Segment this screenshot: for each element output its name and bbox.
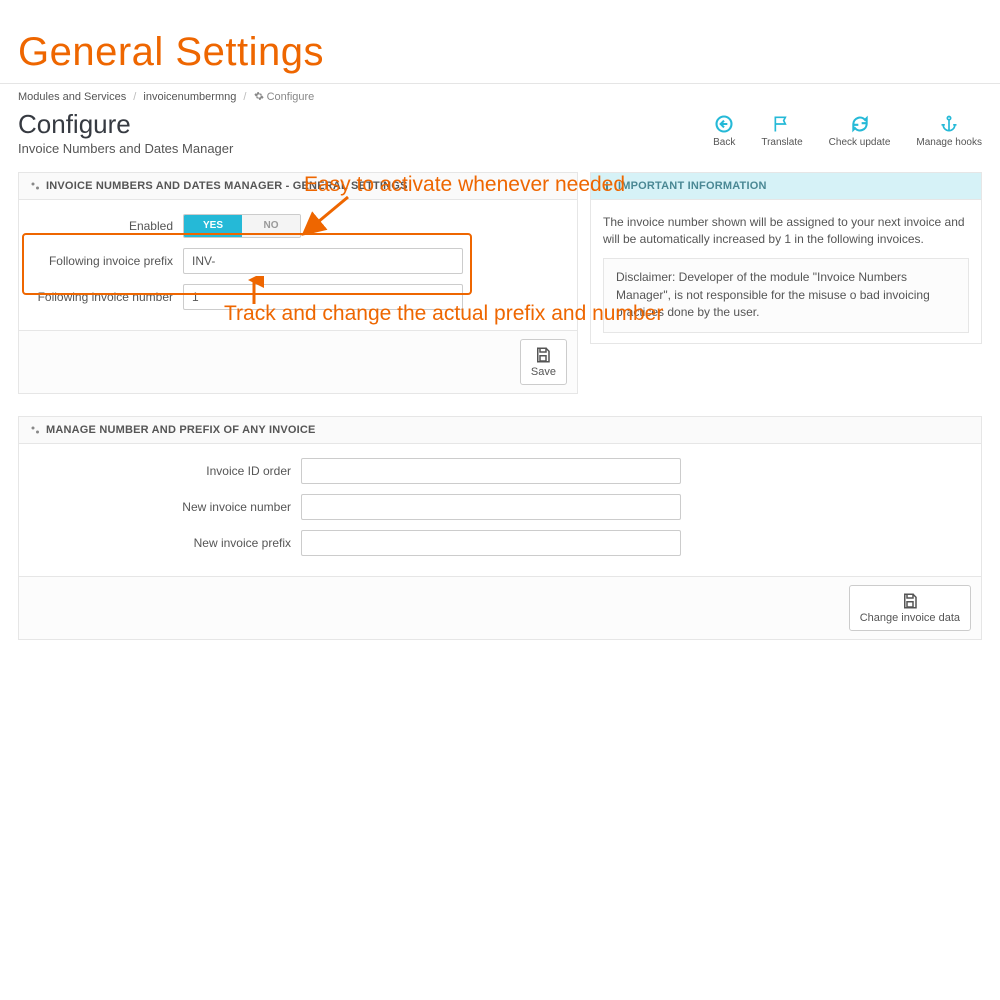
annotation-track: Track and change the actual prefix and n…	[224, 302, 663, 326]
manage-hooks-button[interactable]: Manage hooks	[916, 114, 982, 148]
manage-invoice-panel: MANAGE NUMBER AND PREFIX OF ANY INVOICE …	[18, 416, 982, 640]
refresh-icon	[850, 114, 870, 134]
new-number-label: New invoice number	[31, 500, 301, 514]
prefix-label: Following invoice prefix	[31, 254, 183, 268]
anchor-icon	[939, 114, 959, 134]
info-text: The invoice number shown will be assigne…	[603, 214, 969, 249]
arrow-down-left-icon	[298, 192, 358, 242]
page-heading: Configure	[18, 110, 233, 139]
enabled-toggle[interactable]: YES NO	[183, 214, 301, 238]
page-subtitle: Invoice Numbers and Dates Manager	[18, 141, 233, 156]
info-heading-text: IMPORTANT INFORMATION	[618, 180, 767, 192]
breadcrumb-module[interactable]: invoicenumbermng	[143, 91, 236, 103]
translate-button[interactable]: Translate	[761, 114, 802, 148]
breadcrumb: Modules and Services / invoicenumbermng …	[8, 84, 992, 110]
toggle-no[interactable]: NO	[242, 215, 300, 237]
gear-icon	[254, 91, 264, 101]
new-prefix-label: New invoice prefix	[31, 536, 301, 550]
check-update-button[interactable]: Check update	[829, 114, 891, 148]
cogs-icon	[29, 180, 41, 192]
save-icon	[534, 346, 552, 364]
breadcrumb-current: Configure	[267, 91, 315, 103]
manage-heading-text: MANAGE NUMBER AND PREFIX OF ANY INVOICE	[46, 424, 316, 436]
cogs-icon	[29, 424, 41, 436]
page-title: General Settings	[0, 0, 1000, 83]
toggle-yes[interactable]: YES	[184, 215, 242, 237]
invoice-id-input[interactable]	[301, 458, 681, 484]
back-button[interactable]: Back	[713, 114, 735, 148]
flag-icon	[772, 114, 792, 134]
save-icon	[901, 592, 919, 610]
new-prefix-input[interactable]	[301, 530, 681, 556]
save-button[interactable]: Save	[520, 339, 567, 385]
number-label: Following invoice number	[31, 290, 183, 304]
back-arrow-icon	[714, 114, 734, 134]
prefix-input[interactable]	[183, 248, 463, 274]
enabled-label: Enabled	[31, 219, 183, 233]
new-number-input[interactable]	[301, 494, 681, 520]
change-invoice-button[interactable]: Change invoice data	[849, 585, 971, 631]
breadcrumb-root[interactable]: Modules and Services	[18, 91, 126, 103]
arrow-up-icon	[244, 276, 264, 306]
invoice-id-label: Invoice ID order	[31, 464, 301, 478]
